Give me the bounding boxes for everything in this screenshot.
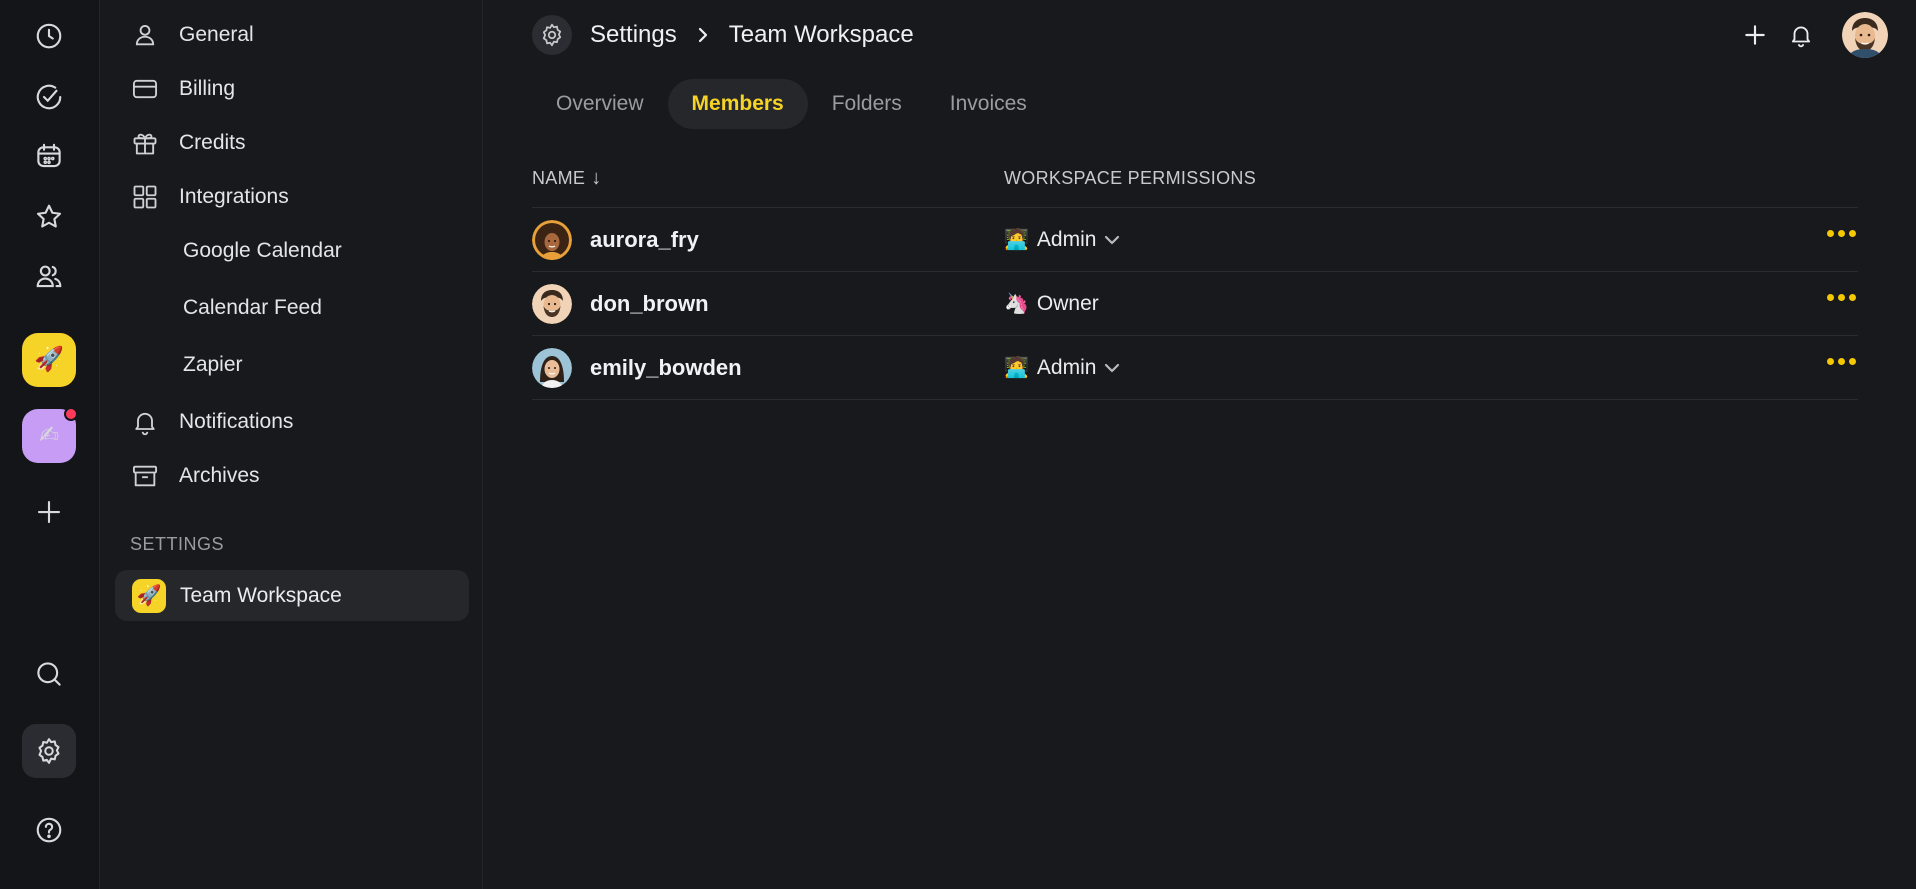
- sidebar-subitem-calendar-feed[interactable]: Calendar Feed: [183, 288, 322, 328]
- person-icon: [131, 21, 159, 49]
- clock-icon[interactable]: [22, 9, 76, 63]
- avatar: [532, 283, 572, 324]
- table-row: don_brown 🦄 Owner: [532, 272, 1858, 336]
- sidebar-item-general[interactable]: General: [131, 15, 254, 55]
- chevron-down-icon: [1102, 358, 1122, 378]
- plus-icon[interactable]: [22, 485, 76, 539]
- bell-icon: [131, 408, 159, 436]
- sidebar-item-label: General: [179, 23, 254, 46]
- star-icon[interactable]: [22, 190, 76, 244]
- sidebar-subitem-zapier[interactable]: Zapier: [183, 345, 243, 385]
- chevron-down-icon: [1102, 230, 1122, 250]
- members-table: NAME ↓ WORKSPACE PERMISSIONS aurora_fry …: [532, 150, 1858, 400]
- page-title: Team Workspace: [728, 21, 914, 48]
- sidebar-item-team-workspace[interactable]: 🚀 Team Workspace: [115, 570, 469, 621]
- sidebar-item-label: Archives: [179, 464, 260, 487]
- more-options-icon[interactable]: [1827, 358, 1856, 365]
- users-icon[interactable]: [22, 249, 76, 303]
- tab-invoices[interactable]: Invoices: [926, 79, 1051, 129]
- sidebar-item-integrations[interactable]: Integrations: [131, 177, 289, 217]
- credit-card-icon: [131, 75, 159, 103]
- technologist-icon: 🧑‍💻: [1004, 357, 1029, 379]
- gear-icon: [532, 15, 572, 55]
- technologist-icon: 🧑‍💻: [1004, 229, 1029, 251]
- avatar: [532, 219, 572, 260]
- chevron-right-icon: [695, 24, 711, 46]
- role-label-static: 🦄 Owner: [1004, 291, 1099, 316]
- rocket-app-icon[interactable]: 🚀: [22, 333, 76, 387]
- role-dropdown[interactable]: 🧑‍💻 Admin: [1004, 227, 1122, 252]
- sidebar-section-label: SETTINGS: [130, 534, 225, 554]
- sidebar-item-label: Team Workspace: [180, 583, 342, 607]
- role-label: Admin: [1036, 227, 1097, 251]
- column-header-name[interactable]: NAME ↓: [532, 167, 1004, 190]
- breadcrumb: Settings Team Workspace: [532, 14, 914, 56]
- tab-overview[interactable]: Overview: [532, 79, 668, 129]
- more-options-icon[interactable]: [1827, 294, 1856, 301]
- sidebar-item-archives[interactable]: Archives: [131, 456, 260, 496]
- calendar-icon[interactable]: [22, 129, 76, 183]
- member-username: aurora_fry: [590, 226, 699, 252]
- rocket-icon: 🚀: [132, 578, 166, 613]
- member-username: don_brown: [590, 290, 709, 316]
- table-header: NAME ↓ WORKSPACE PERMISSIONS: [532, 150, 1858, 208]
- grid-icon: [131, 183, 159, 211]
- sort-arrow-down-icon: ↓: [591, 167, 602, 189]
- breadcrumb-settings[interactable]: Settings: [590, 21, 677, 49]
- unicorn-icon: 🦄: [1004, 293, 1029, 315]
- avatar[interactable]: [1842, 12, 1888, 58]
- gear-icon[interactable]: [22, 724, 76, 778]
- check-circle-icon[interactable]: [22, 70, 76, 124]
- tab-folders[interactable]: Folders: [808, 79, 926, 129]
- archive-icon: [131, 462, 159, 490]
- member-username: emily_bowden: [590, 354, 742, 380]
- role-label: Admin: [1036, 355, 1097, 379]
- column-header-permissions: WORKSPACE PERMISSIONS: [1004, 168, 1257, 188]
- table-row: emily_bowden 🧑‍💻 Admin: [532, 336, 1858, 400]
- sidebar-item-label: Notifications: [179, 410, 294, 433]
- sidebar-item-billing[interactable]: Billing: [131, 69, 235, 109]
- notification-dot: [64, 407, 78, 421]
- plus-icon[interactable]: [1740, 20, 1770, 50]
- sidebar-item-credits[interactable]: Credits: [131, 123, 246, 163]
- role-label: Owner: [1036, 291, 1099, 315]
- writing-app-icon[interactable]: ✍: [22, 407, 78, 463]
- sidebar-item-label: Integrations: [179, 185, 289, 208]
- sidebar-item-label: Credits: [179, 131, 246, 154]
- table-row: aurora_fry 🧑‍💻 Admin: [532, 208, 1858, 272]
- tab-members[interactable]: Members: [667, 79, 808, 129]
- settings-sidebar: General Billing Credits Integrations Goo…: [101, 0, 483, 889]
- search-icon[interactable]: [22, 647, 76, 701]
- help-icon[interactable]: [22, 803, 76, 857]
- tab-bar: Overview Members Folders Invoices: [532, 79, 1051, 129]
- role-dropdown[interactable]: 🧑‍💻 Admin: [1004, 355, 1122, 380]
- gift-icon: [131, 129, 159, 157]
- icon-rail: 🚀 ✍: [0, 0, 100, 889]
- sidebar-subitem-google-calendar[interactable]: Google Calendar: [183, 231, 342, 271]
- bell-icon[interactable]: [1786, 20, 1816, 50]
- avatar: [532, 347, 572, 388]
- sidebar-item-label: Billing: [179, 77, 236, 100]
- more-options-icon[interactable]: [1827, 230, 1856, 237]
- sidebar-item-notifications[interactable]: Notifications: [131, 402, 293, 442]
- header-actions: [1740, 12, 1888, 58]
